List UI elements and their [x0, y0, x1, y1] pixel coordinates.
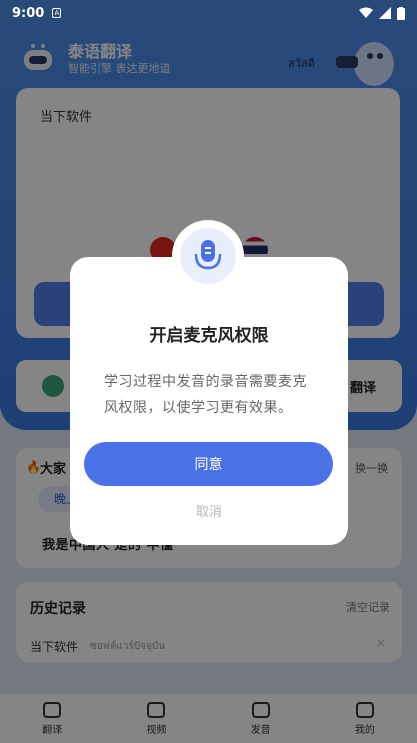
microphone-permission-dialog: 开启麦克风权限 学习过程中发音的录音需要麦克风权限，以使学习更有效果。 同意 取… — [70, 257, 348, 545]
battery-icon — [397, 6, 405, 20]
agree-button[interactable]: 同意 — [84, 442, 333, 486]
microphone-icon — [180, 228, 236, 284]
signal-icon — [379, 7, 391, 19]
status-bar: 9:00 A — [0, 0, 417, 26]
status-indicators — [359, 6, 405, 20]
cancel-button[interactable]: 取消 — [70, 501, 348, 520]
dialog-title: 开启麦克风权限 — [149, 326, 269, 346]
wifi-icon — [359, 7, 373, 18]
microphone-badge — [172, 220, 244, 292]
status-time: 9:00 — [12, 5, 45, 21]
dialog-message: 学习过程中发音的录音需要麦克风权限，以使学习更有效果。 — [104, 374, 307, 416]
sim-icon: A — [52, 8, 62, 18]
